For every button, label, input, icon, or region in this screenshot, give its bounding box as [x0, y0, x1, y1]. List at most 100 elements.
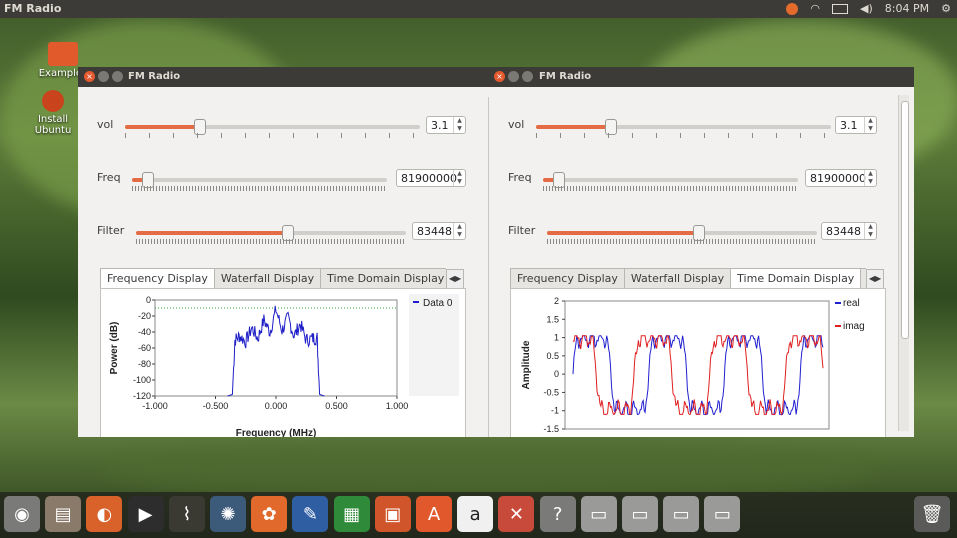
drive-icon-1[interactable]: ▭	[580, 496, 617, 532]
app-orange-icon[interactable]: ✿	[251, 496, 288, 532]
gear-icon[interactable]: ⚙	[941, 2, 951, 15]
tab-scroll-arrows[interactable]: ◀▶	[866, 269, 884, 289]
system-monitor-icon[interactable]: ⌇	[168, 496, 205, 532]
maximize-button[interactable]	[522, 71, 533, 82]
freq-slider-ticks	[543, 186, 798, 191]
x-tick-label: -1.000	[142, 401, 168, 411]
y-tick-label: -20	[138, 311, 151, 321]
vol-slider-ticks	[536, 133, 831, 138]
x-tick-label: 0.000	[265, 401, 288, 411]
filter-value: 83448	[826, 225, 861, 238]
window-titlebar[interactable]: × FM Radio	[488, 67, 914, 87]
window-titlebar[interactable]: × FM Radio	[78, 67, 488, 87]
freq-spinbox[interactable]: 81900000 ▲ ▼	[805, 169, 877, 187]
freq-value: 81900000	[810, 172, 866, 185]
writer-icon[interactable]: ✎	[292, 496, 329, 532]
x-tick-label: 1.000	[386, 401, 409, 411]
x-tick-label: -0.500	[203, 401, 229, 411]
tab-frequency-display[interactable]: Frequency Display	[510, 268, 625, 288]
impress-icon[interactable]: ▣	[374, 496, 411, 532]
spin-arrows-icon[interactable]: ▲ ▼	[864, 223, 876, 239]
y-tick-label: 0.5	[546, 351, 559, 361]
battery-icon[interactable]	[832, 3, 849, 14]
close-button[interactable]: ×	[494, 71, 505, 82]
vol-label: vol	[508, 118, 525, 131]
y-tick-label: -1.5	[543, 424, 559, 434]
display-tabs: Frequency Display Waterfall Display Time D…	[100, 268, 446, 288]
tab-time-domain-display[interactable]: Time Domain Display	[730, 268, 862, 288]
ubuntu-logo-icon[interactable]: ◉	[4, 496, 40, 532]
settings-icon[interactable]: ✕	[498, 496, 535, 532]
drive-icon-3[interactable]: ▭	[663, 496, 700, 532]
files-icon[interactable]: ▤	[45, 496, 82, 532]
time-domain-plot: 2 1.5 1 0.5 0 -0.5 -1 -1.5 Amplitude real imag	[521, 296, 865, 434]
calc-icon[interactable]: ▦	[333, 496, 370, 532]
amazon-icon[interactable]: a	[457, 496, 494, 532]
legend-label-real: real	[843, 298, 860, 309]
maximize-button[interactable]	[112, 71, 123, 82]
plot-pane: 2 1.5 1 0.5 0 -0.5 -1 -1.5 Amplitude real imag	[510, 288, 886, 437]
spin-arrows-icon[interactable]: ▲ ▼	[453, 170, 465, 186]
volume-icon[interactable]: ◀)	[860, 2, 873, 15]
filter-label: Filter	[97, 224, 125, 237]
software-center-icon[interactable]: A	[416, 496, 452, 532]
desktop-wallpaper-ground	[100, 440, 880, 500]
filter-spinbox[interactable]: 83448 ▲ ▼	[412, 222, 466, 240]
vol-label: vol	[97, 118, 114, 131]
close-button[interactable]: ×	[84, 71, 95, 82]
gnuradio-icon[interactable]: ✺	[210, 496, 246, 532]
drive-icon-2[interactable]: ▭	[622, 496, 658, 532]
top-panel: FM Radio ◠ ◀) 8:04 PM ⚙	[0, 0, 957, 18]
plot-area	[564, 300, 830, 430]
vertical-scrollbar[interactable]	[898, 95, 909, 431]
drive-icon-4[interactable]: ▭	[704, 496, 741, 532]
y-tick-label: -80	[138, 359, 151, 369]
vol-slider[interactable]	[125, 119, 420, 135]
trash-icon[interactable]: 🗑	[914, 496, 950, 532]
vol-slider[interactable]	[536, 119, 831, 135]
desktop-icon-label: Install Ubuntu 16.04.1 LTS	[34, 114, 72, 136]
freq-slider[interactable]	[132, 172, 387, 188]
freq-slider[interactable]	[543, 172, 798, 188]
firefox-icon[interactable]: ◐	[86, 496, 123, 532]
tab-scroll-arrows[interactable]: ◀▶	[446, 269, 464, 289]
vol-slider-fill	[536, 125, 610, 129]
freq-spinbox[interactable]: 81900000 ▲ ▼	[396, 169, 466, 187]
minimize-button[interactable]	[508, 71, 519, 82]
filter-slider[interactable]	[547, 225, 817, 241]
user-indicator-icon[interactable]	[786, 2, 799, 15]
freq-slider-ticks	[132, 186, 387, 191]
vol-spinbox[interactable]: 3.1 ▲ ▼	[835, 116, 877, 134]
minimize-button[interactable]	[98, 71, 109, 82]
wifi-icon[interactable]: ◠	[810, 2, 820, 15]
y-tick-label: -120	[133, 391, 151, 401]
filter-spinbox[interactable]: 83448 ▲ ▼	[821, 222, 877, 240]
spin-arrows-icon[interactable]: ▲ ▼	[453, 223, 465, 239]
fm-radio-window-2: × FM Radio vol 3.1 ▲ ▼ Freq 81900000 ▲ ▼ Filter 8…	[488, 67, 914, 437]
y-axis-label: Amplitude	[521, 340, 532, 389]
desktop-icon-install[interactable]: Install Ubuntu 16.04.1 LTS	[26, 90, 80, 136]
vol-spinbox[interactable]: 3.1 ▲ ▼	[426, 116, 466, 134]
y-tick-label: 1	[554, 333, 559, 343]
system-tray: ◠ ◀) 8:04 PM ⚙	[786, 2, 951, 15]
spin-arrows-icon[interactable]: ▲ ▼	[864, 170, 876, 186]
tab-waterfall-display[interactable]: Waterfall Display	[623, 268, 732, 288]
freq-value: 81900000	[401, 172, 457, 185]
terminal-icon[interactable]: ▶	[127, 496, 164, 532]
clock[interactable]: 8:04 PM	[885, 2, 929, 15]
spin-arrows-icon[interactable]: ▲ ▼	[864, 117, 876, 133]
y-tick-label: -60	[138, 343, 151, 353]
pane-divider	[488, 97, 489, 437]
filter-slider[interactable]	[136, 225, 406, 241]
y-tick-label: -40	[138, 327, 151, 337]
vol-slider-fill	[125, 125, 199, 129]
tab-time-domain-display[interactable]: Time Domain Display	[320, 268, 446, 288]
tab-frequency-display[interactable]: Frequency Display	[100, 268, 215, 288]
tab-waterfall-display[interactable]: Waterfall Display	[213, 268, 322, 288]
filter-slider-fill	[547, 231, 699, 235]
legend-label-imag: imag	[843, 321, 865, 332]
spin-arrows-icon[interactable]: ▲ ▼	[453, 117, 465, 133]
help-icon[interactable]: ?	[539, 496, 576, 532]
fm-radio-window-1: × FM Radio vol 3.1 ▲ ▼ Freq 81900000 ▲ ▼ Filter 8…	[78, 67, 488, 437]
scrollbar-thumb[interactable]	[901, 101, 909, 339]
